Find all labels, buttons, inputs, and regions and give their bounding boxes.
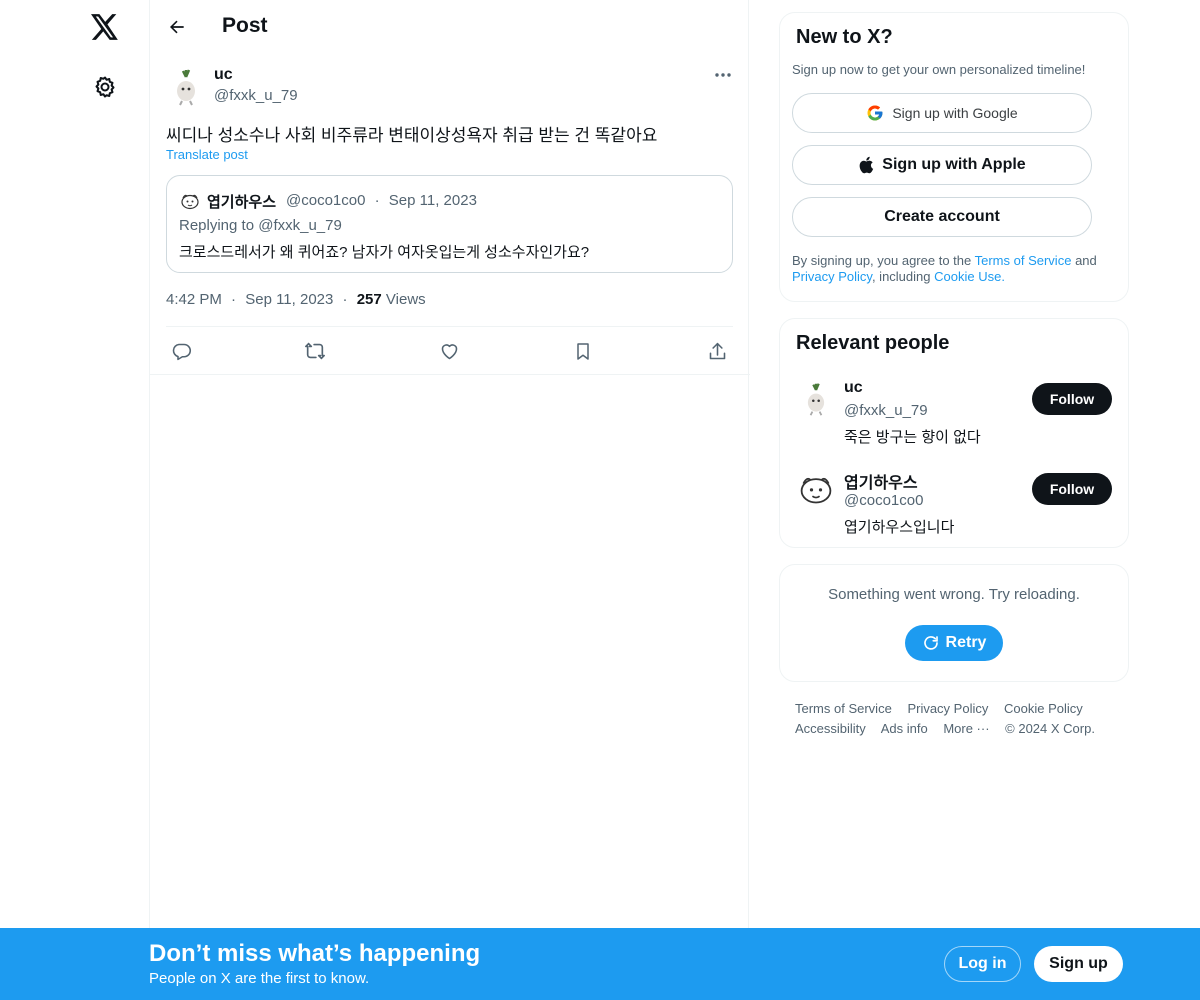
signup-google-button[interactable]: Sign up with Google: [792, 93, 1092, 133]
separator: ·: [231, 291, 237, 308]
footer-links: Terms of Service Privacy Policy Cookie P…: [795, 699, 1125, 739]
footer-terms-link[interactable]: Terms of Service: [795, 701, 892, 716]
signup-card-subtitle: Sign up now to get your own personalized…: [792, 62, 1086, 77]
more-options-icon[interactable]: [712, 66, 734, 84]
footer-privacy-link[interactable]: Privacy Policy: [907, 701, 988, 716]
replying-to: Replying to @fxxk_u_79: [179, 217, 342, 234]
person-handle[interactable]: @fxxk_u_79: [844, 402, 928, 419]
signup-button[interactable]: Sign up: [1034, 946, 1123, 982]
views-label: Views: [385, 291, 426, 308]
error-card: Something went wrong. Try reloading. Ret…: [779, 564, 1129, 682]
legal-including: , including: [871, 269, 931, 284]
signup-card: New to X? Sign up now to get your own pe…: [779, 12, 1129, 302]
signup-legal-text: By signing up, you agree to the Terms of…: [792, 253, 1122, 285]
person-name[interactable]: 엽기하우스: [844, 469, 918, 493]
quote-author-name: 엽기하우스: [207, 194, 277, 211]
share-icon[interactable]: [706, 340, 728, 362]
retry-label: Retry: [945, 634, 987, 651]
person-bio: 엽기하우스입니다: [844, 519, 955, 536]
legal-prefix: By signing up, you agree to the: [792, 253, 972, 268]
legal-and: and: [1075, 253, 1097, 268]
x-logo-icon[interactable]: [89, 11, 121, 43]
footer-copyright: © 2024 X Corp.: [1005, 721, 1095, 736]
person-handle[interactable]: @coco1co0: [844, 492, 923, 509]
footer-more-link[interactable]: More ···: [943, 721, 989, 736]
post-date[interactable]: Sep 11, 2023: [245, 291, 333, 308]
quote-date: Sep 11, 2023: [388, 192, 477, 209]
signup-card-title: New to X?: [796, 26, 893, 48]
quote-author-handle: @coco1co0: [286, 192, 366, 209]
like-icon[interactable]: [438, 340, 460, 362]
refresh-icon: [922, 634, 940, 652]
bookmark-icon[interactable]: [572, 340, 594, 362]
privacy-link[interactable]: Privacy Policy: [792, 269, 872, 284]
person-item[interactable]: uc @fxxk_u_79 죽은 방구는 향이 없다 Follow: [796, 379, 1116, 449]
signup-apple-label: Sign up with Apple: [882, 156, 1026, 173]
banner-subtitle: People on X are the first to know.: [149, 970, 370, 987]
views-count: 257: [356, 291, 382, 308]
footer-cookie-link[interactable]: Cookie Policy: [1004, 701, 1083, 716]
quote-text: 크로스드레서가 왜 퀴어죠? 남자가 여자옷입는게 성소수자인가요?: [179, 244, 590, 261]
create-account-button[interactable]: Create account: [792, 197, 1092, 237]
repost-icon[interactable]: [304, 340, 326, 362]
quoted-post[interactable]: 엽기하우스 @coco1co0 · Sep 11, 2023 Replying …: [166, 175, 733, 273]
post-actions: [166, 326, 733, 375]
retry-button[interactable]: Retry: [905, 625, 1003, 661]
terms-link[interactable]: Terms of Service: [975, 253, 1072, 268]
relevant-people-title: Relevant people: [796, 332, 950, 354]
google-icon: [866, 104, 884, 122]
avatar: [180, 191, 200, 211]
banner-title: Don’t miss what’s happening: [149, 940, 481, 967]
post-meta: 4:42 PM · Sep 11, 2023 · 257 Views: [166, 291, 426, 308]
error-message: Something went wrong. Try reloading.: [828, 586, 1080, 603]
left-nav: [0, 0, 150, 1000]
person-name[interactable]: uc: [844, 379, 863, 397]
login-button[interactable]: Log in: [944, 946, 1021, 982]
arrow-left-icon: [170, 20, 184, 34]
signup-apple-button[interactable]: Sign up with Apple: [792, 145, 1092, 185]
avatar[interactable]: [166, 67, 206, 107]
cookie-link[interactable]: Cookie Use.: [934, 269, 1005, 284]
post-text: 씨디나 성소수나 사회 비주류라 변태이상성욕자 취급 받는 건 똑같아요: [166, 126, 658, 145]
gear-icon[interactable]: [91, 73, 119, 101]
relevant-people-card: Relevant people uc @fxxk_u_79 죽은 방구는 향이 …: [779, 318, 1129, 548]
avatar[interactable]: [798, 381, 834, 417]
main-column: Post uc @fxxk_u_79 씨디나 성소수나 사회 비주류라 변태이상…: [149, 0, 750, 1000]
divider: [150, 374, 750, 375]
footer-ads-link[interactable]: Ads info: [881, 721, 928, 736]
reply-icon[interactable]: [170, 340, 192, 362]
page-title: Post: [222, 14, 268, 37]
signup-google-label: Sign up with Google: [892, 105, 1018, 121]
follow-button[interactable]: Follow: [1032, 383, 1112, 415]
bottom-signup-banner: Don’t miss what’s happening People on X …: [0, 928, 1200, 1000]
person-bio: 죽은 방구는 향이 없다: [844, 429, 981, 446]
back-button[interactable]: [162, 12, 192, 42]
translate-post-link[interactable]: Translate post: [166, 147, 248, 162]
post-time[interactable]: 4:42 PM: [166, 291, 222, 308]
apple-icon: [858, 156, 874, 174]
separator: ·: [342, 291, 348, 308]
separator: ·: [374, 192, 380, 209]
person-item[interactable]: 엽기하우스 @coco1co0 엽기하우스입니다 Follow: [796, 469, 1116, 539]
post-header: Post: [150, 0, 750, 53]
quote-author-meta: @coco1co0 · Sep 11, 2023: [286, 192, 477, 209]
author-name[interactable]: uc: [214, 66, 233, 84]
footer-accessibility-link[interactable]: Accessibility: [795, 721, 866, 736]
follow-button[interactable]: Follow: [1032, 473, 1112, 505]
author-handle[interactable]: @fxxk_u_79: [214, 87, 298, 104]
avatar[interactable]: [798, 471, 834, 507]
